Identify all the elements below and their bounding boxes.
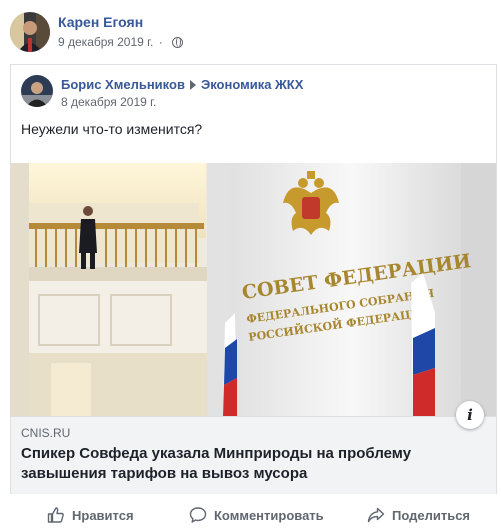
speech-bubble-icon <box>189 507 207 523</box>
globe-icon[interactable] <box>172 37 184 48</box>
author-avatar[interactable] <box>10 12 50 52</box>
action-bar: Нравится Комментировать Поделиться <box>0 501 501 529</box>
link-headline[interactable]: Спикер Совфеда указала Минприроды на про… <box>21 444 481 484</box>
link-preview-image[interactable]: СОВЕТ ФЕДЕРАЦИИ ФЕДЕРАЛЬНОГО СОБРАНИЯ РО… <box>11 163 496 416</box>
share-label: Поделиться <box>392 507 471 523</box>
share-button[interactable]: Поделиться <box>367 501 470 529</box>
shared-post: Борис Хмельников Экономика ЖКХ 8 декабря … <box>10 64 497 494</box>
comment-button[interactable]: Комментировать <box>189 501 324 529</box>
shared-author-avatar[interactable] <box>21 75 53 107</box>
like-button[interactable]: Нравится <box>47 501 134 529</box>
triangle-right-icon <box>189 80 196 90</box>
shared-post-text: Неужели что-то изменится? <box>21 121 203 137</box>
comment-label: Комментировать <box>214 507 324 523</box>
meta-separator: · <box>158 35 163 49</box>
thumbs-up-icon <box>47 507 64 523</box>
post-meta: 9 декабря 2019 г. · <box>58 35 184 49</box>
post-date[interactable]: 9 декабря 2019 г. <box>58 35 153 49</box>
shared-author-name[interactable]: Борис Хмельников <box>61 77 185 92</box>
post-header: Карен Егоян 9 декабря 2019 г. · <box>10 12 490 54</box>
shared-post-header: Борис Хмельников Экономика ЖКХ 8 декабря … <box>21 75 491 111</box>
author-name[interactable]: Карен Егоян <box>58 14 143 30</box>
info-icon[interactable]: i <box>456 401 484 429</box>
shared-post-date[interactable]: 8 декабря 2019 г. <box>61 95 156 109</box>
shared-author-line: Борис Хмельников Экономика ЖКХ <box>61 77 303 92</box>
link-preview-info[interactable]: i CNIS.RU Спикер Совфеда указала Минприр… <box>11 401 496 494</box>
link-domain: CNIS.RU <box>21 426 71 440</box>
group-name[interactable]: Экономика ЖКХ <box>201 77 303 92</box>
share-arrow-icon <box>367 507 385 523</box>
like-label: Нравится <box>72 507 134 523</box>
